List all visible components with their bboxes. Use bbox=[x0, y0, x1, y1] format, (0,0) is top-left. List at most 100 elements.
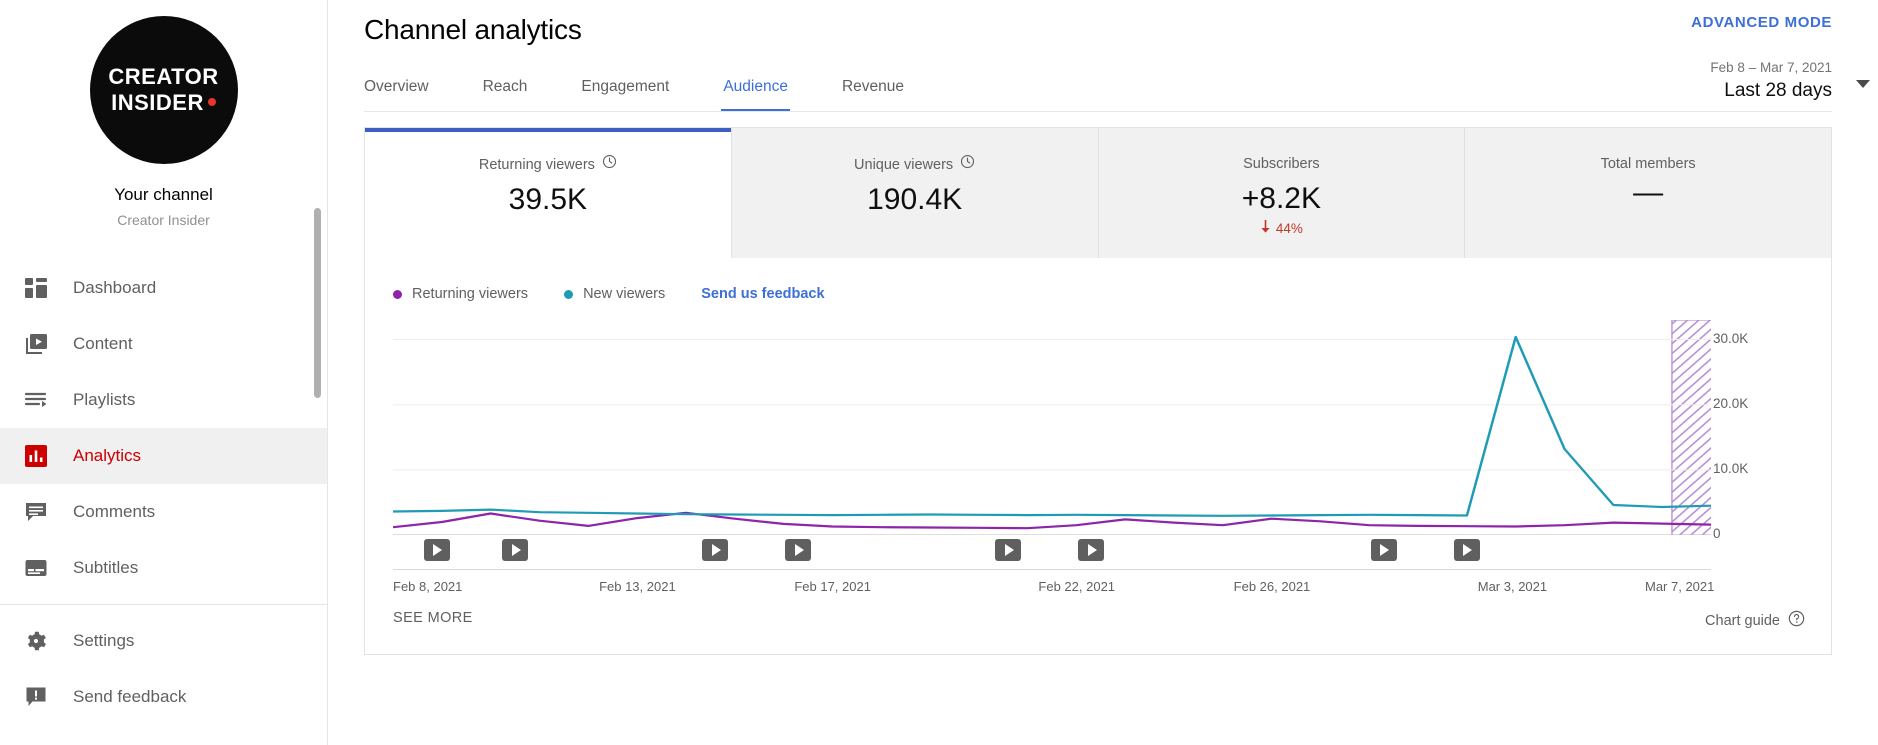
sidebar-item-content[interactable]: Content bbox=[0, 316, 327, 372]
clock-icon bbox=[960, 154, 975, 175]
dashboard-icon bbox=[22, 274, 50, 302]
play-triangle-icon bbox=[433, 544, 443, 556]
sidebar-item-label: Analytics bbox=[73, 446, 142, 465]
avatar-line-1: CREATOR bbox=[108, 64, 219, 89]
play-triangle-icon bbox=[1004, 544, 1014, 556]
sidebar-item-analytics[interactable]: Analytics bbox=[0, 428, 327, 484]
metric-delta-value: 44% bbox=[1275, 220, 1303, 236]
card-footer: SEE MORE Chart guide bbox=[365, 590, 1831, 654]
video-markers-row bbox=[393, 535, 1711, 569]
metric-label: Total members bbox=[1600, 156, 1696, 172]
legend-label: Returning viewers bbox=[412, 286, 529, 302]
metric-value: +8.2K bbox=[1241, 182, 1321, 215]
arrow-down-icon bbox=[1260, 220, 1271, 236]
legend-item-new-viewers[interactable]: New viewers bbox=[564, 286, 665, 302]
metric-tile-subscribers[interactable]: Subscribers +8.2K 44% bbox=[1098, 128, 1466, 258]
tab-audience[interactable]: Audience bbox=[721, 78, 790, 112]
chevron-down-icon[interactable] bbox=[1856, 80, 1870, 88]
see-more-button[interactable]: SEE MORE bbox=[393, 610, 473, 626]
playlists-icon bbox=[22, 386, 50, 414]
channel-avatar[interactable]: CREATOR INSIDER bbox=[89, 16, 238, 164]
legend-dot-icon bbox=[564, 289, 574, 299]
sidebar-divider bbox=[0, 604, 327, 605]
play-triangle-icon bbox=[1087, 544, 1097, 556]
sidebar-scrollbar[interactable] bbox=[314, 208, 321, 398]
video-play-marker[interactable] bbox=[785, 539, 812, 561]
legend-item-returning-viewers[interactable]: Returning viewers bbox=[393, 286, 528, 302]
y-axis-label: 10.0K bbox=[1713, 460, 1749, 476]
metric-tile-unique-viewers[interactable]: Unique viewers 190.4K bbox=[731, 128, 1099, 258]
feedback-icon bbox=[22, 683, 50, 711]
sidebar-item-settings[interactable]: Settings bbox=[0, 613, 327, 669]
sidebar-item-label: Send feedback bbox=[73, 687, 187, 706]
video-play-marker[interactable] bbox=[502, 539, 529, 561]
metric-label: Unique viewers bbox=[854, 156, 954, 173]
main-content: Channel analytics ADVANCED MODE Feb 8 – … bbox=[328, 0, 1878, 745]
content-video-icon bbox=[22, 330, 50, 358]
avatar-line-2: INSIDER bbox=[111, 90, 216, 116]
y-axis-label: 0 bbox=[1713, 526, 1721, 541]
metric-value: 190.4K bbox=[867, 183, 963, 216]
video-play-marker[interactable] bbox=[702, 539, 729, 561]
tab-revenue[interactable]: Revenue bbox=[842, 78, 904, 112]
tab-overview[interactable]: Overview bbox=[364, 78, 429, 112]
sidebar-item-comments[interactable]: Comments bbox=[0, 484, 327, 540]
viewers-line-chart[interactable] bbox=[393, 320, 1711, 535]
page-title: Channel analytics bbox=[364, 14, 582, 45]
sidebar-item-label: Settings bbox=[73, 631, 135, 650]
play-triangle-icon bbox=[511, 544, 521, 556]
analytics-tabs: Overview Reach Engagement Audience Reven… bbox=[364, 78, 1832, 112]
chart-guide-label: Chart guide bbox=[1705, 612, 1780, 629]
youtube-studio-analytics-page: CREATOR INSIDER Your channel Creator Ins… bbox=[0, 0, 1878, 745]
sidebar-item-label: Comments bbox=[73, 502, 156, 521]
video-play-marker[interactable] bbox=[995, 539, 1022, 561]
send-us-feedback-link[interactable]: Send us feedback bbox=[701, 286, 824, 302]
chart-plot-area[interactable]: 30.0K 20.0K 10.0K 0 bbox=[365, 320, 1831, 541]
sidebar-item-label: Dashboard bbox=[73, 278, 157, 297]
comments-icon bbox=[22, 498, 50, 526]
tab-engagement[interactable]: Engagement bbox=[581, 78, 669, 112]
date-range-subtitle: Feb 8 – Mar 7, 2021 bbox=[1710, 60, 1832, 75]
clock-icon bbox=[602, 154, 617, 175]
sidebar-nav: Dashboard Content Playlists Analytics Co… bbox=[0, 260, 327, 725]
advanced-mode-button[interactable]: ADVANCED MODE bbox=[1691, 14, 1832, 31]
metric-label-row: Total members bbox=[1601, 154, 1696, 174]
video-play-marker[interactable] bbox=[1078, 539, 1105, 561]
y-axis-label: 30.0K bbox=[1713, 330, 1749, 346]
incomplete-data-region bbox=[1671, 320, 1711, 535]
metric-label-row: Subscribers bbox=[1243, 154, 1320, 174]
chart-y-axis: 30.0K 20.0K 10.0K 0 bbox=[1713, 320, 1813, 541]
your-channel-label: Your channel bbox=[114, 185, 213, 204]
help-circle-icon bbox=[1788, 610, 1805, 631]
sidebar: CREATOR INSIDER Your channel Creator Ins… bbox=[0, 0, 328, 745]
metric-tile-returning-viewers[interactable]: Returning viewers 39.5K bbox=[365, 128, 732, 258]
sidebar-item-subtitles[interactable]: Subtitles bbox=[0, 540, 327, 596]
play-triangle-icon bbox=[711, 544, 721, 556]
avatar-red-dot-icon bbox=[207, 98, 216, 107]
sidebar-item-label: Subtitles bbox=[73, 558, 139, 577]
metric-label: Returning viewers bbox=[478, 156, 595, 173]
play-triangle-icon bbox=[1380, 544, 1390, 556]
play-triangle-icon bbox=[794, 544, 804, 556]
chart-guide-button[interactable]: Chart guide bbox=[1705, 610, 1805, 631]
metric-label-row: Returning viewers bbox=[479, 154, 617, 175]
legend-dot-icon bbox=[393, 289, 402, 299]
metric-value: — bbox=[1633, 176, 1664, 209]
avatar-line-2-text: INSIDER bbox=[111, 90, 204, 115]
metric-tile-total-members[interactable]: Total members — bbox=[1465, 128, 1831, 258]
video-play-marker[interactable] bbox=[1453, 539, 1480, 561]
sidebar-item-label: Content bbox=[73, 334, 133, 353]
metric-value: 39.5K bbox=[508, 183, 588, 216]
sidebar-item-label: Playlists bbox=[73, 390, 136, 409]
tab-reach[interactable]: Reach bbox=[483, 78, 528, 112]
video-play-marker[interactable] bbox=[423, 539, 450, 561]
sidebar-item-dashboard[interactable]: Dashboard bbox=[0, 260, 327, 316]
tabs-underline bbox=[364, 111, 1832, 112]
gear-icon bbox=[22, 627, 50, 655]
metric-label-row: Unique viewers bbox=[854, 154, 975, 175]
sidebar-item-send-feedback[interactable]: Send feedback bbox=[0, 669, 327, 725]
channel-name: Creator Insider bbox=[117, 212, 210, 228]
subtitles-icon bbox=[22, 554, 50, 582]
sidebar-item-playlists[interactable]: Playlists bbox=[0, 372, 327, 428]
video-play-marker[interactable] bbox=[1370, 539, 1397, 561]
